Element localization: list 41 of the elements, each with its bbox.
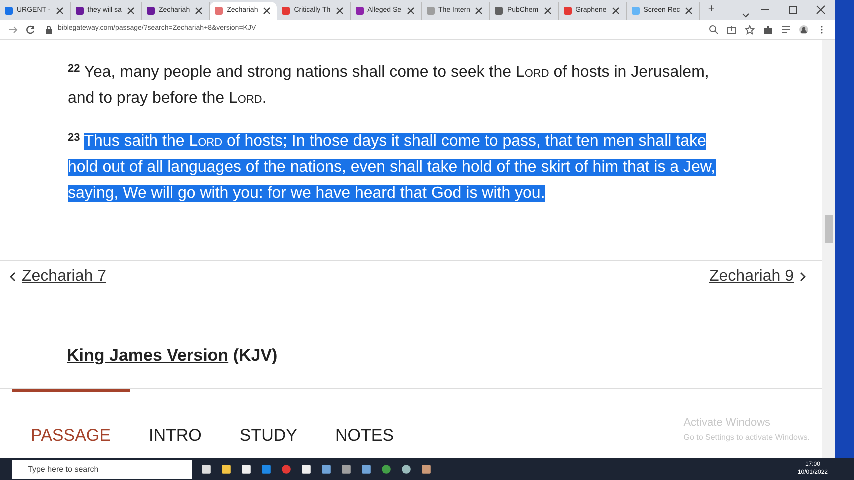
zoom-icon[interactable]: [709, 24, 719, 34]
maximize-icon[interactable]: [788, 5, 798, 15]
close-icon[interactable]: [474, 6, 484, 16]
forward-icon[interactable]: [8, 24, 18, 34]
lock-icon: [44, 24, 54, 34]
app-icon[interactable]: [361, 464, 372, 474]
share-icon[interactable]: [727, 24, 737, 34]
previous-chapter-link[interactable]: Zechariah 7: [8, 265, 106, 289]
scrollbar-thumb[interactable]: [824, 215, 832, 243]
passage-tab[interactable]: INTRO: [130, 389, 221, 458]
close-icon[interactable]: [406, 6, 416, 16]
taskbar-search-field[interactable]: Type here to search: [12, 460, 192, 478]
close-icon[interactable]: [334, 6, 345, 16]
passage-tab[interactable]: NOTES: [316, 389, 414, 458]
verse-text: $^{23}$ Thus saith the Lord of hosts; In those days it shall come to pass, that ten men shall take hold out of all languages of the nations, even shall take hold of the skirt of him that is a Jew, saying, We will go with you: for we have heard that God is with you.: [68, 131, 717, 204]
new-tab-button[interactable]: +: [708, 0, 715, 17]
close-icon[interactable]: [610, 6, 621, 16]
close-icon[interactable]: [262, 6, 272, 16]
app-icon[interactable]: [341, 464, 352, 474]
scrollbar[interactable]: [822, 40, 835, 458]
close-icon[interactable]: [194, 6, 204, 16]
close-icon[interactable]: [684, 6, 694, 16]
reading-list-icon[interactable]: [781, 24, 791, 34]
app-icon[interactable]: [321, 464, 332, 474]
chevron-right-icon: [798, 272, 808, 282]
close-icon[interactable]: [54, 6, 65, 16]
version-link[interactable]: King James Version: [67, 346, 229, 365]
profile-icon[interactable]: [799, 24, 809, 34]
app-icon[interactable]: [261, 464, 272, 474]
close-icon[interactable]: [816, 5, 826, 15]
passage-tab[interactable]: STUDY: [220, 389, 317, 458]
star-icon[interactable]: [745, 24, 755, 34]
app-icon[interactable]: [421, 464, 432, 474]
verse-text: $^{22}$ Yea, many people and strong nations shall come to seek the Lord of hosts in Jerusalem, and to pray before the Lord.: [68, 62, 710, 109]
next-chapter-link[interactable]: Zechariah 9: [710, 265, 808, 289]
puzzle-icon[interactable]: [763, 24, 773, 34]
close-icon[interactable]: [542, 6, 553, 16]
version-abbreviation: (KJV): [233, 346, 278, 365]
reload-icon[interactable]: [26, 24, 36, 34]
close-icon[interactable]: [126, 6, 136, 16]
chevron-left-icon: [8, 272, 18, 282]
